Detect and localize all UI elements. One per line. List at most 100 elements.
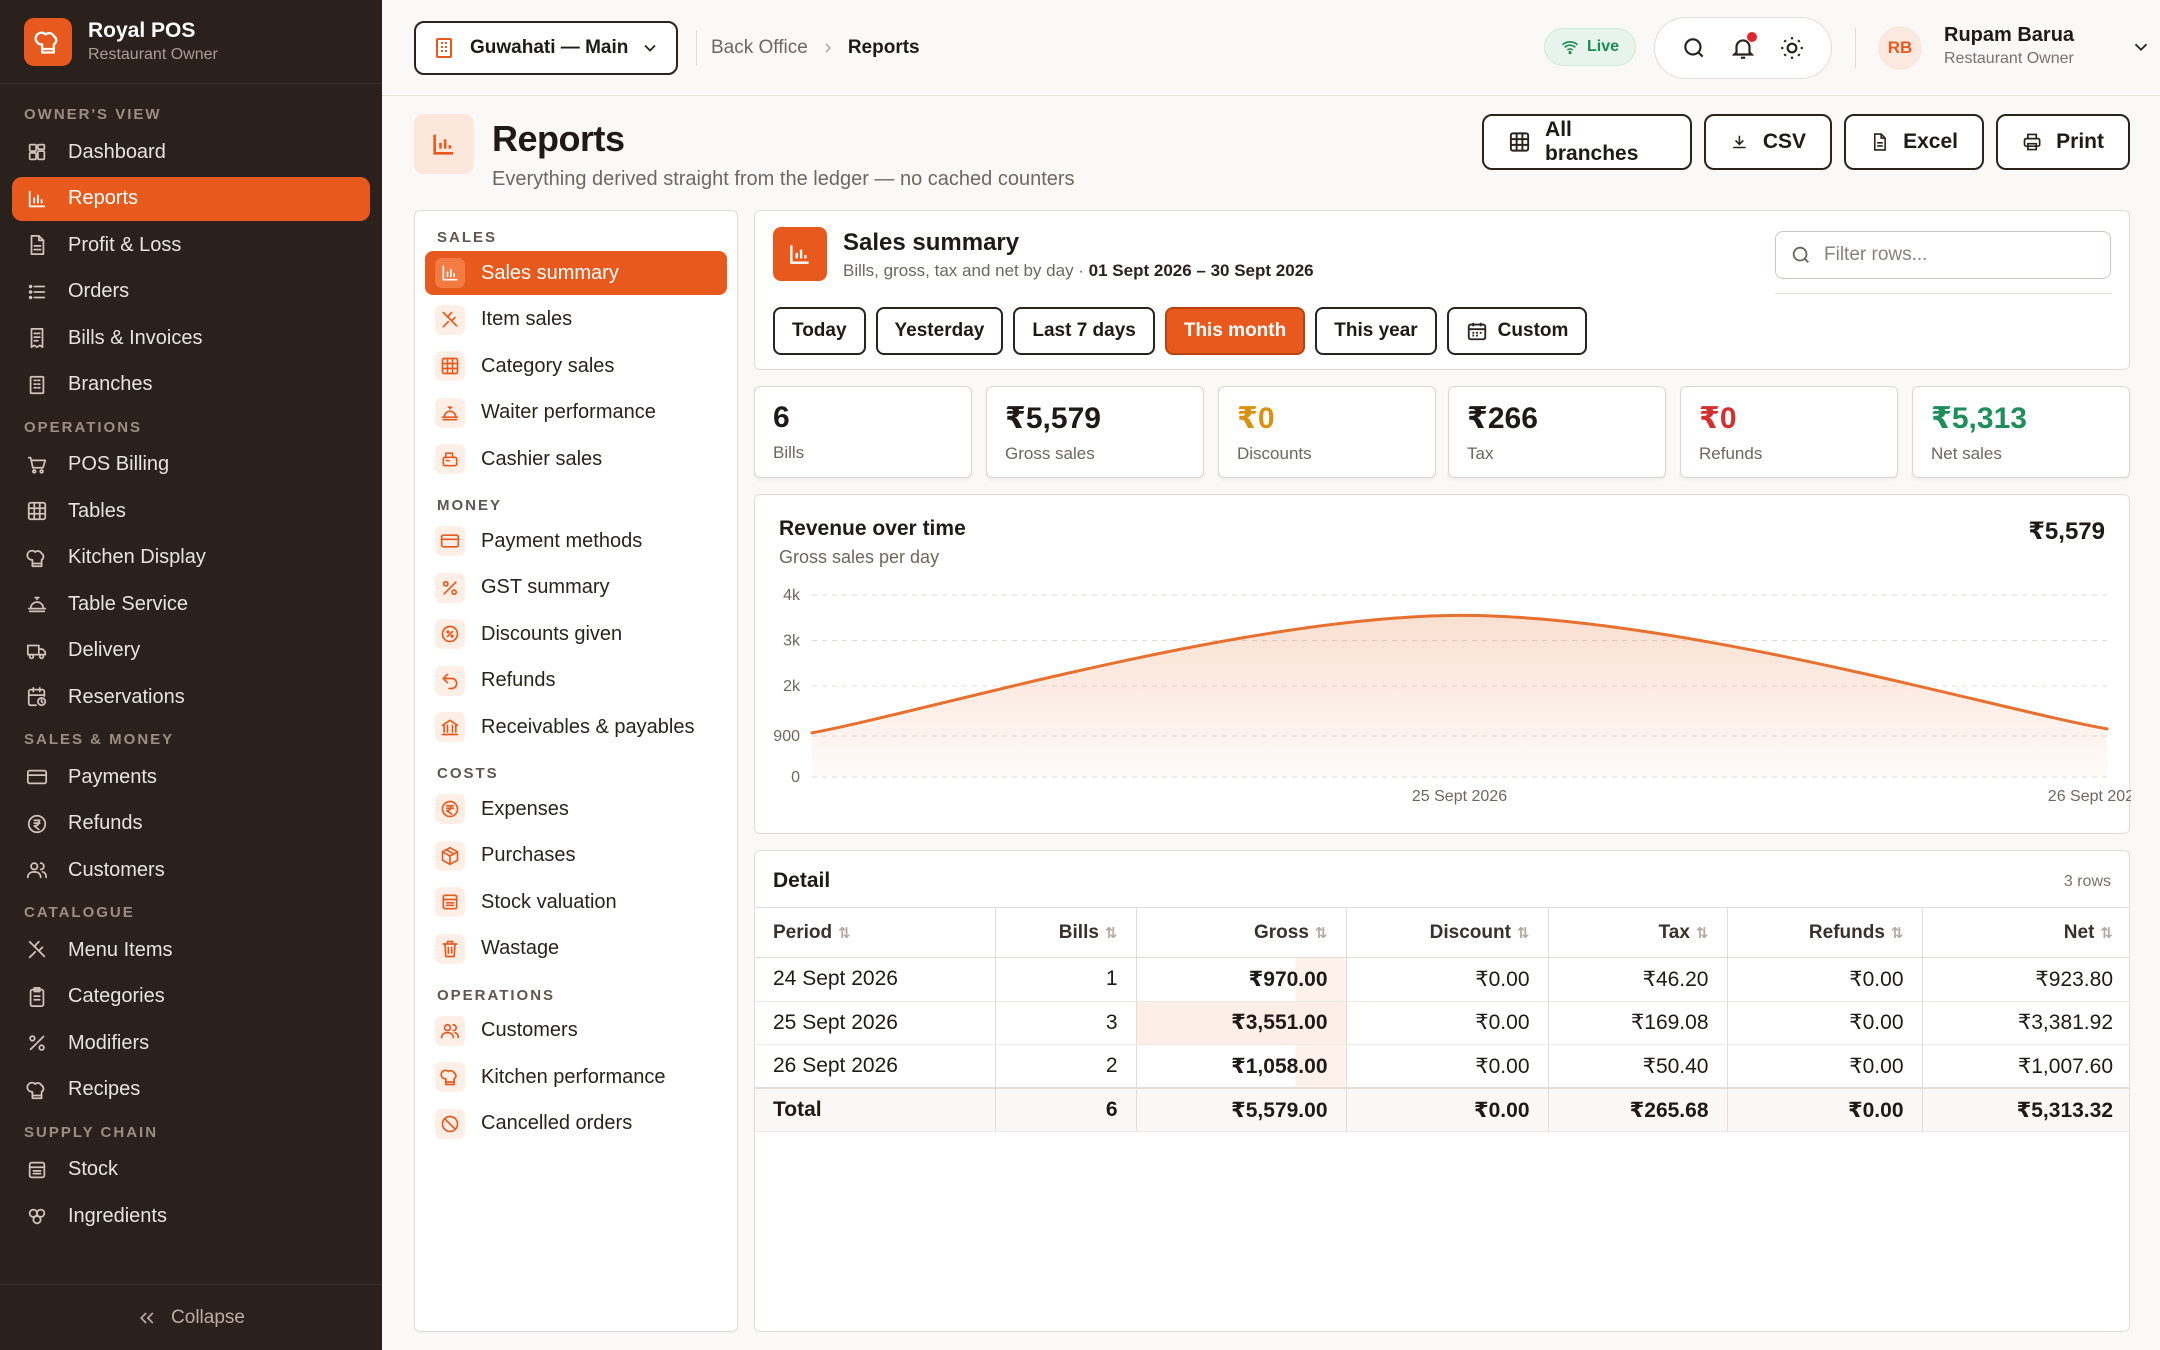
collapse-button[interactable]: Collapse [0, 1284, 382, 1350]
report-item-waiter-performance[interactable]: Waiter performance [425, 391, 727, 435]
building-icon [432, 36, 456, 60]
sidebar-item-menu-items[interactable]: Menu Items [12, 928, 370, 972]
report-item-label: Purchases [481, 844, 576, 866]
report-item-cashier-sales[interactable]: Cashier sales [425, 437, 727, 481]
sidebar-item-categories[interactable]: Categories [12, 975, 370, 1019]
branch-select[interactable]: Guwahati — Main [414, 21, 678, 75]
y-tick-label: 0 [791, 769, 800, 786]
sidebar-item-refunds[interactable]: Refunds [12, 802, 370, 846]
report-item-kitchen-performance[interactable]: Kitchen performance [425, 1055, 727, 1099]
chevrons-left-icon [140, 1311, 154, 1324]
sidebar-item-label: Bills & Invoices [68, 326, 203, 349]
report-item-discounts-given[interactable]: Discounts given [425, 612, 727, 656]
sidebar-item-dashboard[interactable]: Dashboard [12, 130, 370, 174]
sidebar-item-label: Profit & Loss [68, 233, 182, 256]
report-item-refunds[interactable]: Refunds [425, 659, 727, 703]
data-point[interactable] [1458, 613, 1461, 617]
sidebar-item-branches[interactable]: Branches [12, 363, 370, 407]
app-name: Royal POS [88, 19, 196, 42]
range-last-7-days[interactable]: Last 7 days [1013, 307, 1155, 355]
x-tick-label: 26 Sept 2026 [2048, 788, 2131, 805]
sidebar-item-reports[interactable]: Reports [12, 176, 370, 221]
sidebar-item-payments[interactable]: Payments [12, 755, 370, 799]
sidebar-nav: OWNER'S VIEW Dashboard Reports Profit & Los… [0, 84, 382, 1238]
report-item-category-sales[interactable]: Category sales [425, 344, 727, 388]
report-item-receivables-and-payables[interactable]: Receivables & payables [425, 705, 727, 749]
notifications-button[interactable] [1725, 30, 1761, 66]
column-tax[interactable]: Tax ⇅ [1547, 907, 1727, 958]
column-label: Tax [1658, 921, 1690, 943]
user-menu-chevron-down-icon[interactable] [2130, 36, 2152, 58]
filter-rows-input[interactable]: Filter rows... [1775, 231, 2111, 279]
report-item-gst-summary[interactable]: GST summary [425, 566, 727, 610]
sidebar-item-tables[interactable]: Tables [12, 489, 370, 533]
kpi-bills: 6 Bills [754, 386, 972, 478]
range-this-year[interactable]: This year [1315, 307, 1437, 355]
print-button[interactable]: Print [1996, 114, 2130, 170]
report-section-money: MONEY [437, 497, 503, 514]
theme-toggle-button[interactable] [1774, 30, 1810, 66]
y-tick-label: 4k [783, 587, 801, 604]
sidebar-item-recipes[interactable]: Recipes [12, 1068, 370, 1112]
excel-export-button[interactable]: Excel [1844, 114, 1984, 170]
sidebar-item-delivery[interactable]: Delivery [12, 629, 370, 673]
data-point[interactable] [810, 731, 814, 735]
sidebar-item-modifiers[interactable]: Modifiers [12, 1021, 370, 1065]
sidebar-item-reservations[interactable]: Reservations [12, 675, 370, 719]
grid-icon [24, 498, 50, 524]
discount-icon [435, 619, 465, 649]
search-button[interactable] [1676, 30, 1712, 66]
all-branches-button[interactable]: All branches [1482, 114, 1692, 170]
column-refunds[interactable]: Refunds ⇅ [1726, 907, 1922, 958]
user-name[interactable]: Rupam Barua [1944, 24, 2074, 47]
column-period[interactable]: Period ⇅ [755, 907, 995, 958]
report-item-expenses[interactable]: Expenses [425, 787, 727, 831]
report-item-item-sales[interactable]: Item sales [425, 298, 727, 342]
column-bills[interactable]: Bills ⇅ [994, 907, 1136, 958]
table-row[interactable]: 24 Sept 2026 1 ₹970.00 ₹0.00 ₹46.20 ₹0.0… [755, 957, 2129, 1002]
y-tick-label: 900 [773, 728, 800, 745]
report-item-wastage[interactable]: Wastage [425, 927, 727, 971]
column-net[interactable]: Net ⇅ [1921, 907, 2129, 958]
range-this-month[interactable]: This month [1164, 307, 1306, 355]
report-item-purchases[interactable]: Purchases [425, 834, 727, 878]
csv-export-button[interactable]: CSV [1704, 114, 1832, 170]
avatar[interactable]: RB [1878, 26, 1922, 70]
sidebar-item-ingredients[interactable]: Ingredients [12, 1194, 370, 1238]
cell-total-discount: ₹0.00 [1345, 1087, 1548, 1132]
cell-discount: ₹0.00 [1345, 957, 1548, 1002]
breadcrumb-back-office[interactable]: Back Office [711, 37, 808, 59]
sidebar-item-stock[interactable]: Stock [12, 1148, 370, 1192]
report-item-stock-valuation[interactable]: Stock valuation [425, 880, 727, 924]
y-tick-label: 2k [783, 678, 801, 695]
column-discount[interactable]: Discount ⇅ [1345, 907, 1548, 958]
sidebar-item-label: POS Billing [68, 453, 170, 475]
kpi-tax: ₹266 Tax [1448, 386, 1666, 478]
calendar-clock-icon [24, 684, 50, 710]
sidebar-item-profit-and-loss[interactable]: Profit & Loss [12, 223, 370, 267]
range-today[interactable]: Today [773, 307, 866, 355]
table-row[interactable]: 25 Sept 2026 3 ₹3,551.00 ₹0.00 ₹169.08 ₹… [755, 1001, 2129, 1045]
sidebar-item-table-service[interactable]: Table Service [12, 582, 370, 626]
detail-title: Detail [773, 869, 831, 892]
report-item-cancelled-orders[interactable]: Cancelled orders [425, 1102, 727, 1146]
column-gross[interactable]: Gross ⇅ [1135, 907, 1346, 958]
download-icon [1733, 135, 1746, 149]
bar-chart-icon [435, 258, 465, 288]
warehouse-icon [24, 1157, 50, 1183]
data-point[interactable] [2105, 727, 2109, 731]
report-item-sales-summary[interactable]: Sales summary [425, 251, 727, 295]
range-yesterday[interactable]: Yesterday [875, 307, 1004, 355]
report-item-payment-methods[interactable]: Payment methods [425, 519, 727, 563]
table-row[interactable]: 26 Sept 2026 2 ₹1,058.00 ₹0.00 ₹50.40 ₹0… [755, 1044, 2129, 1089]
sidebar-item-customers[interactable]: Customers [12, 848, 370, 892]
sidebar-item-bills-and-invoices[interactable]: Bills & Invoices [12, 316, 370, 360]
sidebar-item-kitchen-display[interactable]: Kitchen Display [12, 536, 370, 580]
brand[interactable]: Royal POS Restaurant Owner [0, 0, 382, 84]
sidebar-item-pos-billing[interactable]: POS Billing [12, 443, 370, 487]
sidebar-item-orders[interactable]: Orders [12, 270, 370, 314]
report-item-customers[interactable]: Customers [425, 1009, 727, 1053]
range-custom[interactable]: Custom [1446, 307, 1588, 355]
row-count: 3 rows [2063, 873, 2111, 890]
search-icon [1792, 246, 1809, 263]
